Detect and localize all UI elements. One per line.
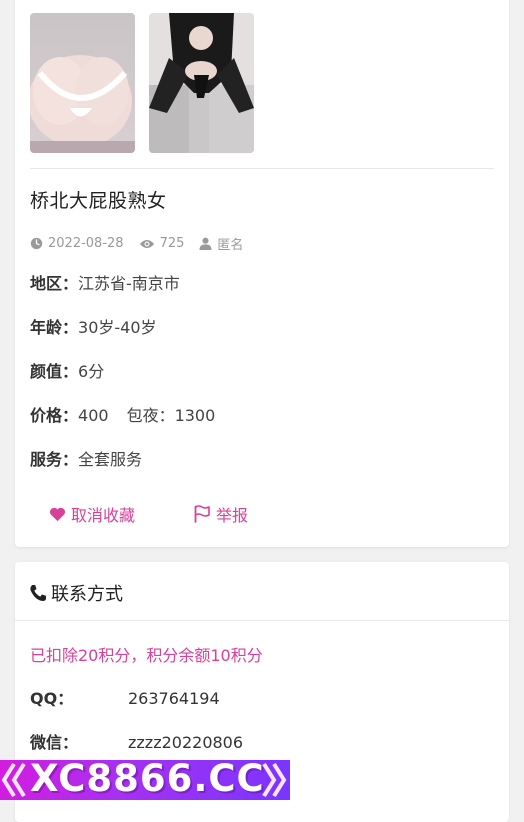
- field-extra: 包夜：1300: [126, 406, 216, 425]
- field-label: 服务：: [30, 450, 79, 469]
- field-label: 价格：: [30, 406, 79, 425]
- chevron-left-icon: [1, 762, 26, 798]
- contact-value[interactable]: zzzz20220806: [128, 733, 243, 752]
- eye-icon: [139, 239, 154, 248]
- field-label: 地区：: [30, 274, 79, 293]
- date-meta: 2022-08-28: [30, 236, 124, 251]
- field-value: 6分: [78, 362, 105, 381]
- contact-label: 微信：: [30, 733, 79, 752]
- promo-banner[interactable]: XC8866.CC: [0, 760, 290, 800]
- contact-value[interactable]: 263764194: [128, 689, 220, 708]
- report-label: 举报: [216, 506, 249, 525]
- field-region: 地区：江苏省-南京市: [30, 270, 180, 294]
- field-price: 价格：400 包夜：1300: [30, 402, 215, 426]
- listing-photo-1[interactable]: [30, 13, 135, 153]
- field-value: 400: [78, 406, 109, 425]
- contact-wechat: 微信： zzzz20220806: [30, 729, 243, 753]
- listing-card: 桥北大屁股熟女 2022-08-28 725 匿名 地区：江苏省-南京市 年龄：…: [15, 0, 509, 547]
- field-value: 30岁-40岁: [78, 318, 157, 337]
- field-looks: 颜值：6分: [30, 358, 104, 382]
- view-count: 725: [159, 236, 185, 251]
- author-name: 匿名: [217, 238, 244, 253]
- unfavorite-button[interactable]: 取消收藏: [49, 502, 135, 526]
- field-value: 全套服务: [78, 450, 143, 469]
- contact-title: 联系方式: [51, 584, 123, 605]
- contact-qq: QQ： 263764194: [30, 685, 220, 709]
- views-meta: 725: [139, 236, 185, 251]
- listing-meta: 2022-08-28 725 匿名: [30, 234, 258, 253]
- points-notice: 已扣除20积分，积分余额10积分: [30, 646, 263, 665]
- field-label: 颜值：: [30, 362, 79, 381]
- listing-title: 桥北大屁股熟女: [30, 190, 167, 212]
- flag-icon: [194, 505, 210, 523]
- clock-icon: [30, 237, 43, 250]
- user-icon: [199, 237, 212, 250]
- post-date: 2022-08-28: [48, 236, 124, 251]
- listing-photo-2[interactable]: [149, 13, 254, 153]
- banner-text: XC8866.CC: [30, 760, 265, 800]
- heart-icon: [50, 507, 65, 521]
- contact-header: 联系方式: [29, 580, 123, 606]
- phone-icon: [30, 585, 46, 601]
- divider: [15, 620, 509, 621]
- field-service: 服务：全套服务: [30, 446, 142, 470]
- divider: [30, 168, 494, 169]
- report-button[interactable]: 举报: [193, 502, 248, 526]
- chevron-right-icon: [262, 762, 287, 798]
- contact-label: QQ：: [30, 689, 74, 708]
- author-meta: 匿名: [199, 234, 243, 253]
- field-age: 年龄：30岁-40岁: [30, 314, 157, 338]
- unfavorite-label: 取消收藏: [71, 506, 136, 525]
- field-label: 年龄：: [30, 318, 79, 337]
- field-value: 江苏省-南京市: [78, 274, 180, 293]
